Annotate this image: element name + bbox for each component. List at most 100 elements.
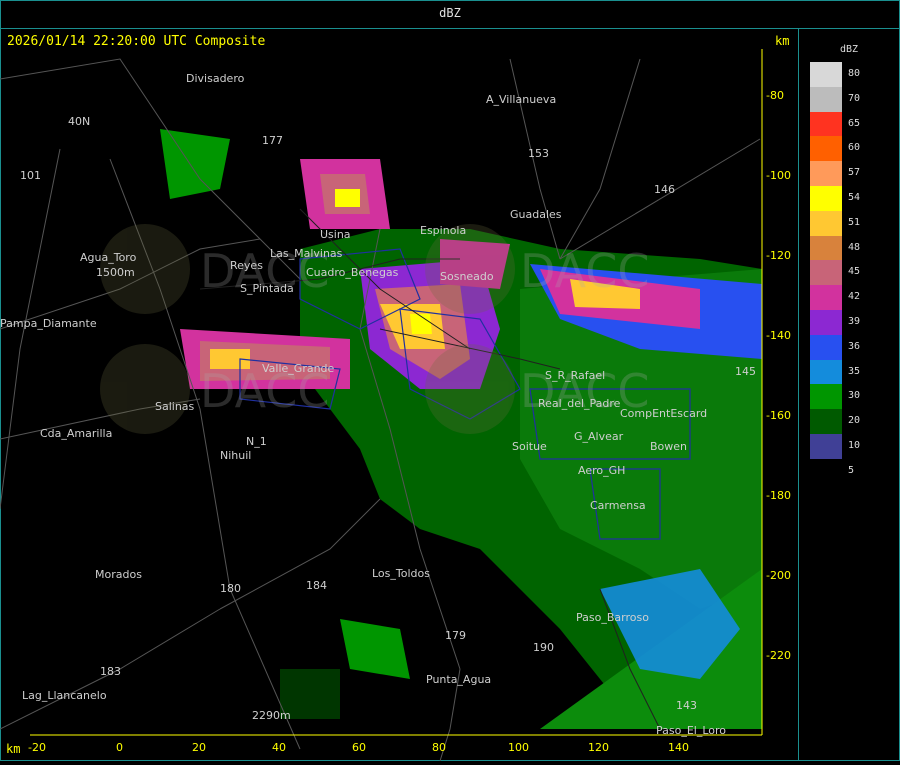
place-label: Pampa_Diamante [0,317,97,330]
legend-swatch [810,434,842,459]
place-label: 190 [533,641,554,654]
x-tick-label: 140 [668,741,689,754]
place-label: 179 [445,629,466,642]
x-tick-label: 80 [432,741,446,754]
x-tick-label: 40 [272,741,286,754]
place-label: G_Alvear [574,430,624,443]
legend-swatch [810,260,842,286]
y-tick-label: -120 [766,249,791,262]
place-label: 177 [262,134,283,147]
legend-label: 60 [848,142,861,154]
place-label: Salinas [155,400,195,413]
legend-swatch [810,334,842,360]
x-tick-label: 100 [508,741,529,754]
watermark-text-3: DACC [520,244,650,298]
y-tick-label: -180 [766,489,791,502]
place-label: 184 [306,579,327,592]
legend-swatch [810,161,842,186]
axis-bottom: -20 0 20 40 60 80 100 120 140 [28,734,762,754]
legend-swatch [810,86,842,112]
place-label: Guadales [510,208,562,221]
legend-label: 57 [848,167,861,179]
place-label: Lag_Llancanelo [22,689,107,702]
place-label: A_Villanueva [486,93,556,106]
x-tick-label: 60 [352,741,366,754]
x-tick-label: 20 [192,741,206,754]
legend-title: dBZ [840,44,859,55]
legend-label: 10 [848,440,861,451]
legend-swatch [810,136,842,162]
place-label: Espinola [420,224,466,237]
place-label: S_Pintada [240,282,294,295]
legend-label: 70 [848,92,861,104]
legend-label: 51 [848,216,861,228]
legend-label: 45 [848,266,861,278]
place-label: Paso_Barroso [576,611,649,624]
title-bar: dBZ [0,0,900,29]
place-label: Punta_Agua [426,673,491,686]
legend-label: 39 [848,316,861,327]
legend-label: 80 [848,68,861,79]
legend-swatch [810,384,842,410]
x-tick-label: 120 [588,741,609,754]
place-label: 153 [528,147,549,160]
legend-swatch [810,186,842,211]
timestamp-label: 2026/01/14 22:20:00 UTC Composite [7,34,266,49]
legend-swatch [810,359,842,385]
y-tick-label: -80 [766,89,784,102]
place-label: Agua_Toro [80,251,137,264]
legend-label: 54 [848,192,861,203]
legend-label: 65 [848,117,861,129]
place-label: Carmensa [590,499,646,512]
x-tick-label: -20 [28,741,46,754]
place-label: 183 [100,665,121,678]
place-label: Nihuil [220,449,251,462]
place-label: Real_del_Padre [538,397,621,410]
radar-map-canvas[interactable]: DACC DACC DACC DACC Divisadero A_Villanu… [0,29,798,762]
place-label: 143 [676,699,697,712]
legend-label: 20 [848,415,861,427]
place-label: Usina [320,228,351,241]
legend-swatch [810,111,842,137]
legend-swatch [810,210,842,236]
window-title: dBZ [439,6,461,20]
place-label: Valle_Grande [262,362,335,375]
radar-map[interactable]: DACC DACC DACC DACC Divisadero A_Villanu… [0,29,799,762]
place-label: Bowen [650,440,687,453]
place-label: Morados [95,568,142,581]
legend-swatch [810,285,842,310]
y-tick-label: -200 [766,569,791,582]
place-label: S_R_Rafael [545,369,605,382]
legend-label: 35 [848,365,861,377]
legend-label: 36 [848,340,861,352]
legend-swatch [810,310,842,335]
legend-label: 30 [848,390,861,402]
place-label: Cuadro_Benegas [306,266,399,279]
place-label: CompEntEscard [620,407,707,420]
legend-label: 42 [848,291,861,303]
place-label: Los_Toldos [372,567,430,580]
y-tick-label: -100 [766,169,791,182]
place-label: 180 [220,582,241,595]
axis-right: -80 -100 -120 -140 -160 -180 -200 -220 [761,49,791,735]
legend-swatch [810,235,842,261]
place-label: Divisadero [186,72,245,85]
place-label: 146 [654,183,675,196]
place-label: Sosneado [440,270,494,283]
unit-label-bottom: km [6,742,21,756]
place-label: 2290m [252,709,291,722]
y-tick-label: -140 [766,329,791,342]
x-tick-label: 0 [116,741,123,754]
place-label: Soitue [512,440,547,453]
place-label: 1500m [96,266,135,279]
place-label: 40N [68,115,90,128]
place-label: N_1 [246,435,267,448]
place-label: 145 [735,365,756,378]
y-tick-label: -160 [766,409,791,422]
legend-swatch [810,409,842,434]
place-label: Reyes [230,259,263,272]
place-label: Aero_GH [578,464,625,477]
legend-swatch [810,62,842,87]
legend-label: 48 [848,241,861,253]
legend-label: 5 [848,464,855,476]
